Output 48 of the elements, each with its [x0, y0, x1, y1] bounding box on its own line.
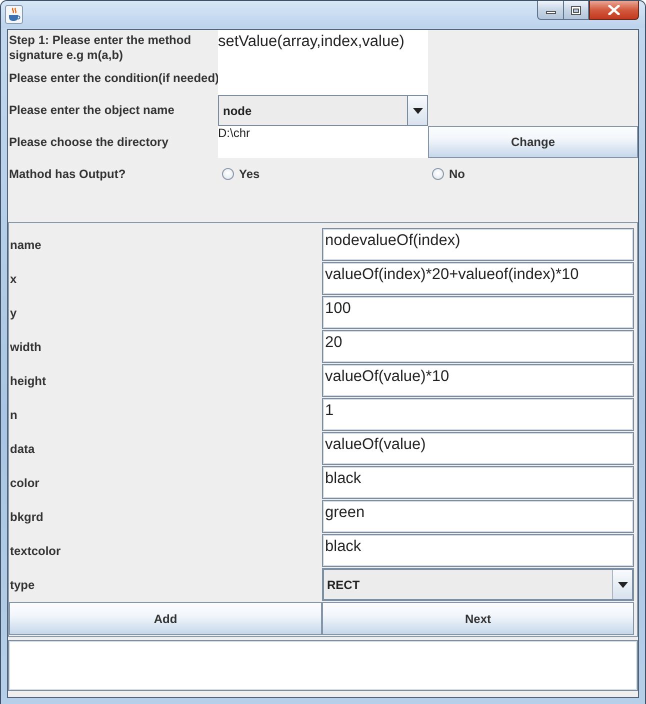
text-field[interactable]: black: [322, 466, 634, 499]
property-label: n: [9, 407, 18, 422]
dropdown[interactable]: node: [218, 95, 428, 126]
text-field[interactable]: D:\chr: [218, 126, 428, 158]
maximize-button[interactable]: [563, 1, 589, 20]
field-label: Please enter the object name: [8, 103, 176, 118]
next-button[interactable]: Next: [322, 602, 634, 635]
field-label: Mathod has Output?: [8, 166, 127, 182]
field-label: Please enter the condition(if needed): [8, 70, 218, 86]
close-button[interactable]: [589, 1, 639, 20]
coffee-cup-icon: [5, 5, 23, 24]
caret-icon: [412, 108, 422, 114]
change-button[interactable]: Change: [428, 126, 638, 158]
text-field[interactable]: black: [322, 534, 634, 567]
text-field[interactable]: green: [322, 500, 634, 533]
dropdown-button[interactable]: [612, 570, 632, 599]
caret-icon: [618, 582, 628, 588]
minimize-button[interactable]: [537, 1, 563, 20]
property-label: height: [9, 373, 47, 388]
dropdown-button[interactable]: [407, 96, 427, 125]
text-field[interactable]: 100: [322, 296, 634, 329]
output-area[interactable]: [8, 640, 638, 691]
property-label: type: [9, 577, 36, 592]
text-field[interactable]: valueOf(index)*20+valueof(index)*10: [322, 262, 634, 295]
text-field[interactable]: 1: [322, 398, 634, 431]
property-label: color: [9, 475, 40, 490]
minimize-icon: [546, 11, 556, 14]
property-label: bkgrd: [9, 509, 44, 524]
text-field[interactable]: 20: [322, 330, 634, 363]
dropdown[interactable]: RECT: [322, 568, 634, 601]
text-field[interactable]: setValue(array,index,value): [218, 30, 428, 64]
close-icon: [608, 5, 620, 15]
field-label: Please choose the directory: [8, 134, 170, 150]
text-field[interactable]: nodevalueOf(index): [322, 228, 634, 261]
property-label: textcolor: [9, 543, 62, 558]
property-label: data: [9, 441, 36, 456]
property-label: y: [9, 305, 18, 320]
text-field[interactable]: [218, 64, 428, 95]
radio-option[interactable]: Yes: [218, 158, 428, 190]
property-label: x: [9, 271, 18, 286]
maximize-icon: [571, 6, 581, 14]
radio-option[interactable]: No: [428, 158, 638, 190]
add-button[interactable]: Add: [9, 602, 322, 635]
text-field[interactable]: valueOf(value)*10: [322, 364, 634, 397]
text-field[interactable]: valueOf(value): [322, 432, 634, 465]
property-label: name: [9, 237, 42, 252]
property-label: width: [9, 339, 42, 354]
field-label: Step 1: Please enter the method signature e.g m(a,b): [8, 32, 192, 63]
